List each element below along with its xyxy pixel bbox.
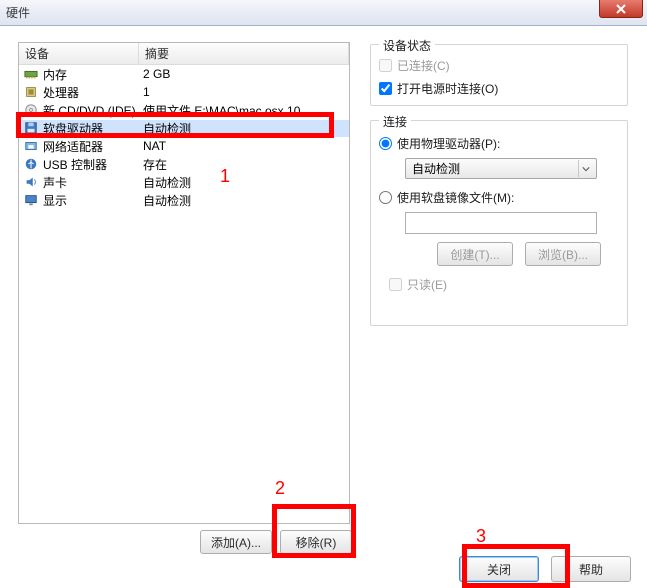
row-cdrom[interactable]: 新 CD/DVD (IDE) 使用文件 E:\MAC\mac osx 10...… xyxy=(19,101,349,119)
use-image-row[interactable]: 使用软盘镜像文件(M): xyxy=(371,189,627,206)
image-buttons: 创建(T)... 浏览(B)... xyxy=(437,242,627,266)
connection-group: 连接 使用物理驱动器(P): 自动检测 使用软盘镜像文件(M): 创建(T)..… xyxy=(370,120,628,326)
device-status-group: 设备状态 已连接(C) 打开电源时连接(O) xyxy=(370,44,628,106)
close-button[interactable]: 关闭 xyxy=(459,556,539,582)
remove-device-button[interactable]: 移除(R) xyxy=(280,530,352,554)
header-device[interactable]: 设备 xyxy=(19,43,139,64)
row-nic[interactable]: 网络适配器 NAT xyxy=(19,137,349,155)
row-floppy[interactable]: 软盘驱动器 自动检测 xyxy=(19,119,349,137)
row-cpu[interactable]: 处理器 1 xyxy=(19,83,349,101)
connect-on-power-row[interactable]: 打开电源时连接(O) xyxy=(371,80,627,97)
row-summary: 1 xyxy=(139,85,349,99)
window-close-button[interactable] xyxy=(599,0,643,18)
add-device-button[interactable]: 添加(A)... xyxy=(200,530,272,554)
window-title: 硬件 xyxy=(6,4,30,21)
row-label: USB 控制器 xyxy=(43,156,107,173)
row-summary: 自动检测 xyxy=(139,120,349,137)
device-list-headers: 设备 摘要 xyxy=(19,43,349,65)
connection-legend: 连接 xyxy=(379,113,411,130)
row-display[interactable]: 显示 自动检测 xyxy=(19,191,349,209)
row-summary: 自动检测 xyxy=(139,174,349,191)
row-label: 声卡 xyxy=(43,174,67,191)
title-bar: 硬件 xyxy=(0,0,647,26)
use-image-radio[interactable] xyxy=(379,191,392,204)
help-button[interactable]: 帮助 xyxy=(551,556,631,582)
row-label: 显示 xyxy=(43,192,67,209)
display-icon xyxy=(23,192,39,208)
sound-icon xyxy=(23,174,39,190)
use-physical-radio[interactable] xyxy=(379,137,392,150)
row-sound[interactable]: 声卡 自动检测 xyxy=(19,173,349,191)
connected-label: 已连接(C) xyxy=(397,57,450,74)
connect-on-power-checkbox[interactable] xyxy=(379,82,392,95)
chevron-down-icon xyxy=(578,160,593,177)
use-physical-label: 使用物理驱动器(P): xyxy=(397,135,500,152)
device-status-legend: 设备状态 xyxy=(379,37,435,54)
connected-checkbox xyxy=(379,59,392,72)
row-summary: 存在 xyxy=(139,156,349,173)
row-summary: 2 GB xyxy=(139,67,349,81)
device-list-buttons: 添加(A)... 移除(R) xyxy=(200,530,352,554)
row-summary: 使用文件 E:\MAC\mac osx 10.... xyxy=(139,102,349,119)
row-label: 新 CD/DVD (IDE) xyxy=(43,102,136,119)
row-label: 网络适配器 xyxy=(43,138,103,155)
row-summary: 自动检测 xyxy=(139,192,349,209)
readonly-checkbox xyxy=(389,278,402,291)
connect-on-power-label: 打开电源时连接(O) xyxy=(397,80,498,97)
browse-image-button[interactable]: 浏览(B)... xyxy=(525,242,601,266)
use-physical-row[interactable]: 使用物理驱动器(P): xyxy=(371,135,627,152)
physical-drive-combo[interactable]: 自动检测 xyxy=(405,158,597,179)
floppy-icon xyxy=(23,120,39,136)
use-image-label: 使用软盘镜像文件(M): xyxy=(397,189,514,206)
connected-checkbox-row: 已连接(C) xyxy=(371,57,627,74)
cpu-icon xyxy=(23,84,39,100)
client-area: 设备 摘要 内存 2 GB 处理器 1 新 xyxy=(0,26,647,567)
row-label: 软盘驱动器 xyxy=(43,120,103,137)
cd-icon xyxy=(23,102,39,118)
row-memory[interactable]: 内存 2 GB xyxy=(19,65,349,83)
close-icon xyxy=(616,4,626,14)
nic-icon xyxy=(23,138,39,154)
row-label: 内存 xyxy=(43,66,67,83)
device-rows: 内存 2 GB 处理器 1 新 CD/DVD (IDE) 使用文件 E:\MAC… xyxy=(19,65,349,209)
memory-icon xyxy=(23,66,39,82)
row-label: 处理器 xyxy=(43,84,79,101)
row-usb[interactable]: USB 控制器 存在 xyxy=(19,155,349,173)
readonly-row: 只读(E) xyxy=(381,276,627,293)
physical-drive-value: 自动检测 xyxy=(412,160,460,177)
header-summary[interactable]: 摘要 xyxy=(139,43,349,64)
dialog-buttons: 关闭 帮助 xyxy=(459,556,631,582)
image-path-input[interactable] xyxy=(405,212,597,234)
create-image-button[interactable]: 创建(T)... xyxy=(437,242,513,266)
device-list-panel: 设备 摘要 内存 2 GB 处理器 1 新 xyxy=(18,42,350,524)
readonly-label: 只读(E) xyxy=(407,276,447,293)
annotation-number-3: 3 xyxy=(476,526,486,547)
usb-icon xyxy=(23,156,39,172)
row-summary: NAT xyxy=(139,139,349,153)
